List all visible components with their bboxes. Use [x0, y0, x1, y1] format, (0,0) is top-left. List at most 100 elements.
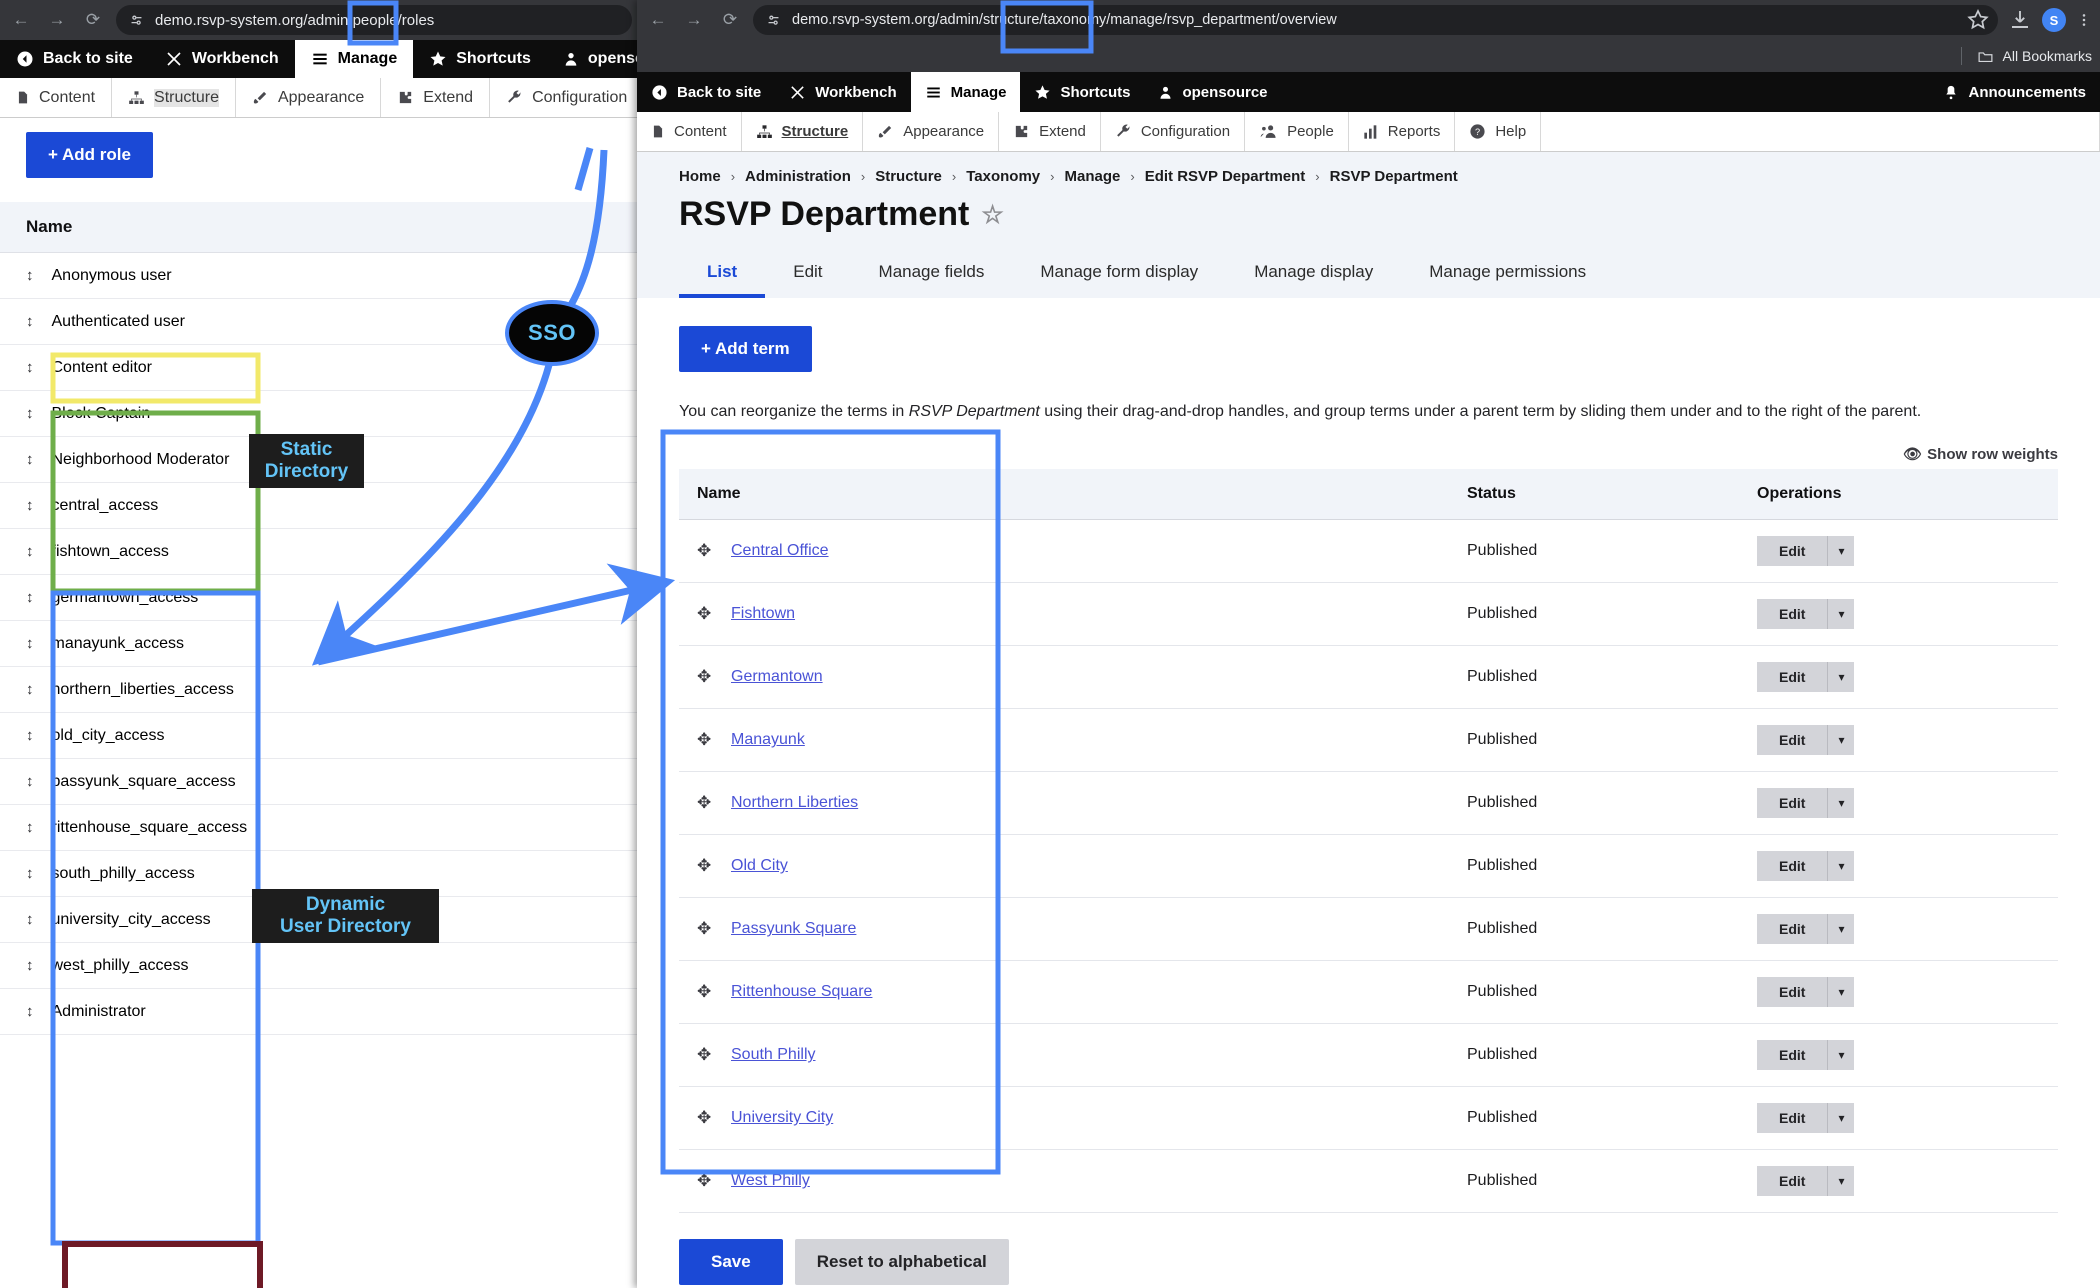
right-tab-configuration[interactable]: Configuration — [1100, 112, 1246, 151]
page-tab-manage-display[interactable]: Manage display — [1226, 252, 1401, 298]
breadcrumb-item[interactable]: Home — [679, 168, 721, 185]
reload-icon[interactable]: ⟳ — [717, 7, 743, 33]
drag-handle-icon[interactable]: ✥ — [697, 730, 713, 750]
edit-button[interactable]: Edit — [1757, 851, 1829, 882]
site-settings-icon[interactable] — [765, 12, 782, 29]
right-tab-structure[interactable]: Structure — [741, 112, 864, 151]
breadcrumb-item[interactable]: Taxonomy — [966, 168, 1040, 185]
right-tab-reports[interactable]: Reports — [1348, 112, 1456, 151]
chevron-down-icon[interactable]: ▾ — [1828, 914, 1855, 945]
breadcrumb-item[interactable]: Edit RSVP Department — [1145, 168, 1306, 185]
chevron-down-icon[interactable]: ▾ — [1828, 851, 1855, 882]
page-tab-manage-permissions[interactable]: Manage permissions — [1401, 252, 1614, 298]
drag-handle-icon[interactable]: ↕ — [26, 360, 34, 375]
term-link[interactable]: Fishtown — [731, 605, 795, 623]
left-address-bar[interactable]: demo.rsvp-system.org/admin/people/roles — [116, 5, 632, 35]
term-link[interactable]: Passyunk Square — [731, 920, 856, 938]
reset-to-alphabetical-button[interactable]: Reset to alphabetical — [794, 1239, 1009, 1286]
breadcrumb-item[interactable]: Manage — [1065, 168, 1121, 185]
edit-split-button[interactable]: Edit ▾ — [1757, 599, 1855, 630]
back-icon[interactable]: ← — [8, 7, 34, 33]
term-link[interactable]: Central Office — [731, 542, 829, 560]
chevron-down-icon[interactable]: ▾ — [1828, 977, 1855, 1008]
right-tab-help[interactable]: ? Help — [1455, 112, 1542, 151]
page-tab-edit[interactable]: Edit — [765, 252, 850, 298]
drag-handle-icon[interactable]: ↕ — [26, 912, 34, 927]
term-link[interactable]: South Philly — [731, 1046, 816, 1064]
left-tab-structure[interactable]: Structure — [112, 78, 236, 117]
left-tab-content[interactable]: Content — [0, 78, 113, 117]
edit-button[interactable]: Edit — [1757, 599, 1829, 630]
drag-handle-icon[interactable]: ↕ — [26, 406, 34, 421]
page-tab-list[interactable]: List — [679, 252, 766, 298]
right-address-bar[interactable]: demo.rsvp-system.org/admin/structure/tax… — [753, 5, 1998, 35]
favorite-star-icon[interactable]: ☆ — [981, 200, 1003, 230]
edit-split-button[interactable]: Edit ▾ — [1757, 788, 1855, 819]
forward-icon[interactable]: → — [44, 7, 70, 33]
left-toolbar-user[interactable]: opensource — [547, 40, 640, 78]
add-term-button[interactable]: + Add term — [679, 326, 812, 372]
edit-button[interactable]: Edit — [1757, 1103, 1829, 1134]
right-toolbar-back-to-site[interactable]: Back to site — [637, 72, 775, 112]
chevron-down-icon[interactable]: ▾ — [1828, 662, 1855, 693]
term-link[interactable]: University City — [731, 1109, 833, 1127]
announcements-button[interactable]: Announcements — [1929, 72, 2100, 112]
term-link[interactable]: Northern Liberties — [731, 794, 858, 812]
left-tab-configuration[interactable]: Configuration — [490, 78, 640, 117]
drag-handle-icon[interactable]: ↕ — [26, 820, 34, 835]
edit-split-button[interactable]: Edit ▾ — [1757, 977, 1855, 1008]
right-tab-appearance[interactable]: Appearance — [863, 112, 1000, 151]
left-toolbar-back-to-site[interactable]: Back to site — [0, 40, 149, 78]
drag-handle-icon[interactable]: ↕ — [26, 590, 34, 605]
all-bookmarks-label[interactable]: All Bookmarks — [2003, 48, 2092, 64]
left-tab-appearance[interactable]: Appearance — [235, 78, 382, 117]
drag-handle-icon[interactable]: ↕ — [26, 958, 34, 973]
kebab-menu-icon[interactable] — [2076, 8, 2092, 32]
left-toolbar-manage[interactable]: Manage — [294, 40, 414, 78]
chevron-down-icon[interactable]: ▾ — [1828, 1103, 1855, 1134]
drag-handle-icon[interactable]: ↕ — [26, 682, 34, 697]
add-role-button[interactable]: + Add role — [26, 132, 153, 178]
breadcrumb-item[interactable]: Administration — [745, 168, 851, 185]
edit-button[interactable]: Edit — [1757, 914, 1829, 945]
chevron-down-icon[interactable]: ▾ — [1828, 1166, 1855, 1197]
right-tab-content[interactable]: Content — [637, 112, 742, 151]
chevron-down-icon[interactable]: ▾ — [1828, 725, 1855, 756]
edit-button[interactable]: Edit — [1757, 536, 1829, 567]
edit-button[interactable]: Edit — [1757, 1166, 1829, 1197]
drag-handle-icon[interactable]: ↕ — [26, 728, 34, 743]
edit-split-button[interactable]: Edit ▾ — [1757, 536, 1855, 567]
drag-handle-icon[interactable]: ↕ — [26, 866, 34, 881]
drag-handle-icon[interactable]: ↕ — [26, 544, 34, 559]
right-tab-extend[interactable]: Extend — [999, 112, 1101, 151]
drag-handle-icon[interactable]: ✥ — [697, 1171, 713, 1191]
download-icon[interactable] — [2008, 8, 2032, 32]
drag-handle-icon[interactable]: ↕ — [26, 1004, 34, 1019]
chevron-down-icon[interactable]: ▾ — [1828, 1040, 1855, 1071]
edit-split-button[interactable]: Edit ▾ — [1757, 1040, 1855, 1071]
page-tab-manage-form-display[interactable]: Manage form display — [1012, 252, 1226, 298]
term-link[interactable]: Rittenhouse Square — [731, 983, 872, 1001]
chevron-down-icon[interactable]: ▾ — [1828, 536, 1855, 567]
drag-handle-icon[interactable]: ✥ — [697, 604, 713, 624]
left-toolbar-shortcuts[interactable]: Shortcuts — [413, 40, 547, 78]
drag-handle-icon[interactable]: ↕ — [26, 636, 34, 651]
profile-avatar[interactable]: S — [2042, 8, 2066, 32]
drag-handle-icon[interactable]: ↕ — [26, 498, 34, 513]
edit-split-button[interactable]: Edit ▾ — [1757, 1103, 1855, 1134]
term-link[interactable]: West Philly — [731, 1172, 810, 1190]
right-toolbar-workbench[interactable]: Workbench — [775, 72, 910, 112]
term-link[interactable]: Germantown — [731, 668, 823, 686]
drag-handle-icon[interactable]: ✥ — [697, 541, 713, 561]
edit-split-button[interactable]: Edit ▾ — [1757, 851, 1855, 882]
forward-icon[interactable]: → — [681, 7, 707, 33]
drag-handle-icon[interactable]: ✥ — [697, 919, 713, 939]
left-toolbar-workbench[interactable]: Workbench — [149, 40, 295, 78]
chevron-down-icon[interactable]: ▾ — [1828, 788, 1855, 819]
edit-button[interactable]: Edit — [1757, 662, 1829, 693]
drag-handle-icon[interactable]: ✥ — [697, 1108, 713, 1128]
drag-handle-icon[interactable]: ✥ — [697, 1045, 713, 1065]
save-button[interactable]: Save — [679, 1239, 783, 1286]
star-outline-icon[interactable] — [1966, 8, 1990, 32]
show-row-weights-link[interactable]: 👁 Show row weights — [679, 445, 2058, 463]
